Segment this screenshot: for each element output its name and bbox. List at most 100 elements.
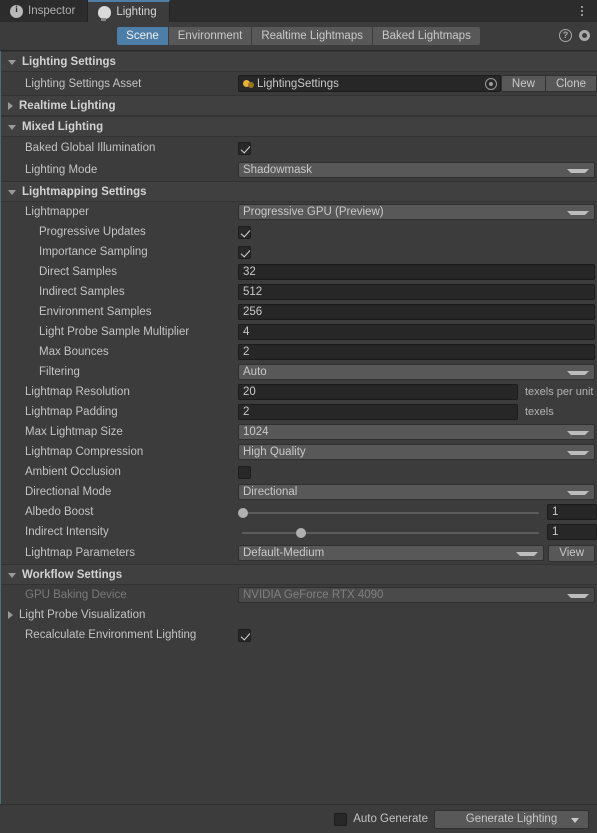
row-recalculate-environment-lighting: Recalculate Environment Lighting xyxy=(1,625,597,645)
label-light-probe-visualization: Light Probe Visualization xyxy=(19,609,146,621)
row-lightmap-resolution: Lightmap Resolution 20 texels per unit xyxy=(1,382,597,402)
tab-realtime-lightmaps[interactable]: Realtime Lightmaps xyxy=(252,27,373,45)
label-indirect-samples: Indirect Samples xyxy=(39,286,125,298)
label-filtering: Filtering xyxy=(39,366,80,378)
label-environment-samples: Environment Samples xyxy=(39,306,152,318)
gear-icon[interactable] xyxy=(578,29,591,42)
tab-environment-label: Environment xyxy=(177,30,243,42)
dropdown-filtering-value: Auto xyxy=(243,366,267,378)
label-lightmap-parameters: Lightmap Parameters xyxy=(25,547,135,559)
dropdown-gpu-baking-device: NVIDIA GeForce RTX 4090 xyxy=(238,587,595,603)
input-lightmap-padding-value: 2 xyxy=(243,406,250,418)
input-max-bounces[interactable]: 2 xyxy=(238,344,595,360)
section-header-mixed-lighting[interactable]: Mixed Lighting xyxy=(1,116,597,137)
input-direct-samples[interactable]: 32 xyxy=(238,264,595,280)
object-picker-icon[interactable] xyxy=(484,78,497,90)
input-albedo-boost[interactable]: 1 xyxy=(547,504,597,520)
slider-handle-albedo-boost[interactable] xyxy=(238,507,248,518)
dropdown-lighting-mode[interactable]: Shadowmask xyxy=(238,162,595,178)
input-indirect-intensity-value: 1 xyxy=(552,526,559,538)
label-max-bounces: Max Bounces xyxy=(39,346,109,358)
slider-albedo-boost[interactable] xyxy=(238,505,541,519)
checkbox-recalculate-environment-lighting[interactable] xyxy=(238,628,251,642)
kebab-menu-icon[interactable] xyxy=(575,3,589,19)
slider-indirect-intensity[interactable] xyxy=(238,525,541,539)
checkbox-importance-sampling[interactable] xyxy=(238,245,251,259)
chevron-right-icon xyxy=(8,611,13,619)
lighting-settings-asset-field[interactable]: LightingSettings xyxy=(238,75,501,92)
tab-realtime-lightmaps-label: Realtime Lightmaps xyxy=(261,30,363,42)
label-lightmap-resolution: Lightmap Resolution xyxy=(25,386,130,398)
input-lightmap-resolution[interactable]: 20 xyxy=(238,384,518,400)
section-title-mixed-lighting: Mixed Lighting xyxy=(22,120,104,133)
tab-environment[interactable]: Environment xyxy=(168,27,253,45)
row-filtering: Filtering Auto xyxy=(1,362,597,382)
checkbox-baked-global-illumination[interactable] xyxy=(238,141,251,155)
tab-inspector[interactable]: Inspector xyxy=(0,0,89,22)
chevron-right-icon xyxy=(8,101,13,110)
row-lighting-settings-asset: Lighting Settings Asset LightingSettings… xyxy=(1,72,597,95)
generate-lighting-button[interactable]: Generate Lighting xyxy=(434,809,589,829)
toolbar-icons xyxy=(559,29,591,42)
slider-track xyxy=(242,531,539,534)
input-environment-samples[interactable]: 256 xyxy=(238,304,595,320)
input-indirect-samples[interactable]: 512 xyxy=(238,284,595,300)
input-lightmap-padding[interactable]: 2 xyxy=(238,404,518,420)
row-lightmap-padding: Lightmap Padding 2 texels xyxy=(1,402,597,422)
dropdown-gpu-baking-device-value: NVIDIA GeForce RTX 4090 xyxy=(243,589,384,601)
help-icon[interactable] xyxy=(559,29,572,42)
row-environment-samples: Environment Samples 256 xyxy=(1,302,597,322)
input-max-bounces-value: 2 xyxy=(243,346,250,358)
dropdown-directional-mode-value: Directional xyxy=(243,486,298,498)
dropdown-max-lightmap-size-value: 1024 xyxy=(243,426,269,438)
input-albedo-boost-value: 1 xyxy=(552,506,559,518)
new-button[interactable]: New xyxy=(500,75,545,92)
input-direct-samples-value: 32 xyxy=(243,266,256,278)
section-title-workflow-settings: Workflow Settings xyxy=(22,568,123,581)
label-max-lightmap-size: Max Lightmap Size xyxy=(25,426,123,438)
row-progressive-updates: Progressive Updates xyxy=(1,222,597,242)
dropdown-lightmap-compression[interactable]: High Quality xyxy=(238,444,595,460)
slider-handle-indirect-intensity[interactable] xyxy=(296,527,307,538)
input-light-probe-sample-multiplier[interactable]: 4 xyxy=(238,324,595,340)
dropdown-max-lightmap-size[interactable]: 1024 xyxy=(238,424,595,440)
label-baked-global-illumination: Baked Global Illumination xyxy=(25,142,156,154)
dropdown-filtering[interactable]: Auto xyxy=(238,364,595,380)
label-indirect-intensity: Indirect Intensity xyxy=(25,526,109,538)
row-light-probe-visualization[interactable]: Light Probe Visualization xyxy=(1,605,597,625)
asset-icon xyxy=(243,78,254,89)
label-direct-samples: Direct Samples xyxy=(39,266,117,278)
row-lightmapper: Lightmapper Progressive GPU (Preview) xyxy=(1,202,597,222)
label-gpu-baking-device: GPU Baking Device xyxy=(25,589,127,601)
dropdown-lightmapper[interactable]: Progressive GPU (Preview) xyxy=(238,204,595,220)
row-max-lightmap-size: Max Lightmap Size 1024 xyxy=(1,422,597,442)
section-header-lighting-settings[interactable]: Lighting Settings xyxy=(1,51,597,72)
section-header-workflow-settings[interactable]: Workflow Settings xyxy=(1,564,597,585)
generate-lighting-button-label: Generate Lighting xyxy=(465,813,558,825)
chevron-down-icon[interactable] xyxy=(571,817,579,823)
view-button[interactable]: View xyxy=(548,544,595,562)
input-indirect-intensity[interactable]: 1 xyxy=(547,524,597,540)
chevron-down-icon xyxy=(567,491,589,495)
tab-lighting[interactable]: Lighting xyxy=(88,0,170,22)
section-header-realtime-lighting[interactable]: Realtime Lighting xyxy=(1,95,597,116)
row-lightmap-compression: Lightmap Compression High Quality xyxy=(1,442,597,462)
row-indirect-intensity: Indirect Intensity 1 xyxy=(1,522,597,542)
tab-scene[interactable]: Scene xyxy=(117,27,169,45)
checkbox-ambient-occlusion[interactable] xyxy=(238,465,251,479)
input-light-probe-sample-multiplier-value: 4 xyxy=(243,326,250,338)
dropdown-directional-mode[interactable]: Directional xyxy=(238,484,595,500)
checkbox-auto-generate[interactable] xyxy=(334,812,348,826)
lighting-settings-asset-value: LightingSettings xyxy=(257,77,339,90)
chevron-down-icon xyxy=(567,431,589,435)
row-max-bounces: Max Bounces 2 xyxy=(1,342,597,362)
dropdown-lightmap-parameters[interactable]: Default-Medium xyxy=(238,545,545,561)
tab-baked-lightmaps[interactable]: Baked Lightmaps xyxy=(372,27,480,45)
dropdown-lighting-mode-value: Shadowmask xyxy=(243,164,313,176)
label-lighting-settings-asset: Lighting Settings Asset xyxy=(25,77,142,90)
chevron-down-icon xyxy=(8,190,16,195)
section-header-lightmapping-settings[interactable]: Lightmapping Settings xyxy=(1,181,597,202)
row-lightmap-parameters: Lightmap Parameters Default-Medium View xyxy=(1,542,597,564)
clone-button[interactable]: Clone xyxy=(544,75,597,92)
checkbox-progressive-updates[interactable] xyxy=(238,225,251,239)
